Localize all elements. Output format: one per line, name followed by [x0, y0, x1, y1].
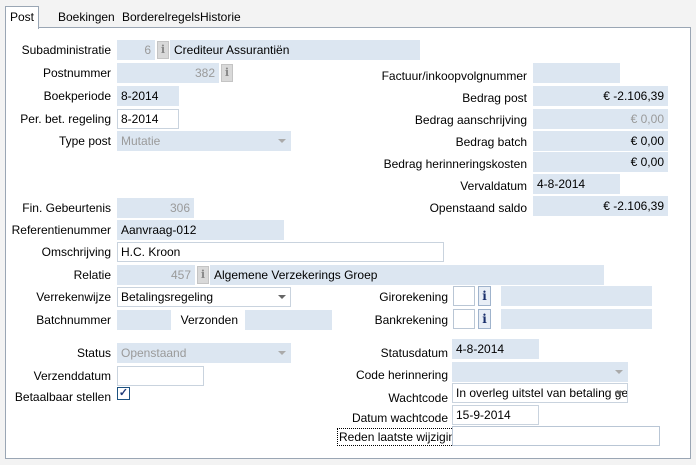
- bankrekening-info-icon[interactable]: i: [478, 309, 491, 329]
- chevron-down-icon: [278, 351, 286, 355]
- status-select[interactable]: Openstaand: [117, 343, 291, 363]
- factuur-field: [533, 63, 620, 83]
- bedrag-aanschrijving-label: Bedrag aanschrijving: [414, 113, 527, 127]
- chevron-down-icon: [615, 391, 623, 395]
- relatie-number-field: 457: [117, 265, 195, 285]
- code-herinnering-select[interactable]: [452, 362, 628, 382]
- tab-post[interactable]: Post: [5, 6, 40, 29]
- bedrag-batch-field: € 0,00: [533, 131, 668, 151]
- wachtcode-label: Wachtcode: [388, 391, 448, 405]
- statusdatum-field: 4-8-2014: [452, 339, 539, 359]
- verzonden-label: Verzonden: [180, 313, 238, 327]
- per-bet-regeling-input[interactable]: 8-2014: [117, 109, 179, 129]
- code-herinnering-label: Code herinnering: [355, 368, 448, 382]
- factuur-label: Factuur/inkoopvolgnummer: [381, 69, 527, 83]
- verzenddatum-input[interactable]: [117, 366, 204, 386]
- datum-wachtcode-label: Datum wachtcode: [351, 411, 448, 425]
- verzonden-field: [245, 310, 332, 330]
- relatie-label: Relatie: [73, 268, 111, 282]
- betaalbaar-stellen-checkbox[interactable]: ✓: [117, 387, 130, 400]
- subadministratie-name-field: Crediteur Assurantiën: [170, 40, 420, 60]
- fin-gebeurtenis-label: Fin. Gebeurtenis: [22, 201, 111, 215]
- verrekenwijze-value: Betalingsregeling: [121, 290, 214, 304]
- batchnummer-field: [117, 310, 171, 330]
- tab-boekingen[interactable]: Boekingen: [54, 8, 119, 26]
- girorekening-input[interactable]: [453, 286, 475, 306]
- statusdatum-label: Statusdatum: [380, 346, 448, 360]
- tab-borderelregels[interactable]: Borderelregels: [118, 8, 204, 26]
- relatie-info-icon[interactable]: i: [197, 266, 209, 284]
- girorekening-label: Girorekening: [379, 290, 448, 304]
- girorekening-info-icon[interactable]: i: [478, 286, 491, 306]
- chevron-down-icon: [278, 295, 286, 299]
- fin-gebeurtenis-field: 306: [117, 198, 194, 218]
- openstaand-saldo-label: Openstaand saldo: [429, 201, 527, 215]
- omschrijving-label: Omschrijving: [41, 245, 111, 259]
- verrekenwijze-select[interactable]: Betalingsregeling: [117, 287, 291, 307]
- referentienummer-field: Aanvraag-012: [117, 220, 284, 240]
- tab-bar: Post Boekingen Borderelregels Historie: [0, 0, 696, 29]
- betaalbaar-stellen-label: Betaalbaar stellen: [14, 390, 111, 404]
- referentienummer-label: Referentienummer: [11, 223, 111, 237]
- type-post-value: Mutatie: [121, 134, 161, 148]
- type-post-select[interactable]: Mutatie: [117, 131, 291, 151]
- tab-historie[interactable]: Historie: [196, 8, 245, 26]
- postnummer-label: Postnummer: [42, 66, 111, 80]
- per-bet-regeling-label: Per. bet. regeling: [20, 112, 111, 126]
- datum-wachtcode-input[interactable]: 15-9-2014: [452, 405, 539, 425]
- bedrag-post-field: € -2.106,39: [533, 86, 668, 106]
- chevron-down-icon: [278, 139, 286, 143]
- vervaldatum-label: Vervaldatum: [460, 179, 527, 193]
- verrekenwijze-label: Verrekenwijze: [36, 290, 111, 304]
- wachtcode-select[interactable]: In overleg uitstel van betaling ge: [452, 383, 628, 403]
- verzenddatum-label: Verzenddatum: [33, 369, 111, 383]
- openstaand-saldo-field: € -2.106,39: [533, 196, 668, 216]
- vervaldatum-field: 4-8-2014: [533, 174, 620, 194]
- chevron-down-icon: [615, 370, 623, 374]
- bankrekening-input[interactable]: [453, 309, 475, 329]
- relatie-name-field: Algemene Verzekerings Groep: [210, 265, 604, 285]
- bankrekening-label: Bankrekening: [374, 313, 448, 327]
- omschrijving-input[interactable]: H.C. Kroon: [117, 242, 444, 262]
- postnummer-info-icon[interactable]: i: [221, 64, 233, 82]
- bedrag-post-label: Bedrag post: [462, 91, 527, 105]
- subadministratie-label: Subadministratie: [21, 43, 111, 57]
- subadministratie-number-field: 6: [117, 40, 155, 60]
- bedrag-herinneringskosten-field: € 0,00: [533, 152, 668, 172]
- subadministratie-info-icon[interactable]: i: [157, 41, 169, 59]
- bedrag-batch-label: Bedrag batch: [455, 135, 527, 149]
- bedrag-aanschrijving-field: € 0,00: [533, 109, 668, 129]
- boekperiode-label: Boekperiode: [43, 89, 111, 103]
- bedrag-herinneringskosten-label: Bedrag herinneringskosten: [383, 157, 527, 171]
- bankrekening-name-field: [501, 309, 652, 329]
- batchnummer-label: Batchnummer: [36, 313, 111, 327]
- status-value: Openstaand: [121, 346, 187, 360]
- type-post-label: Type post: [58, 134, 111, 148]
- status-label: Status: [76, 346, 111, 360]
- girorekening-name-field: [501, 286, 652, 306]
- reden-laatste-wijziging-input[interactable]: [452, 426, 660, 446]
- postnummer-field: 382: [117, 63, 219, 83]
- wachtcode-value: In overleg uitstel van betaling ge: [456, 386, 628, 400]
- boekperiode-field: 8-2014: [117, 86, 179, 106]
- reden-laatste-wijziging-label: Reden laatste wijziging: [337, 428, 464, 446]
